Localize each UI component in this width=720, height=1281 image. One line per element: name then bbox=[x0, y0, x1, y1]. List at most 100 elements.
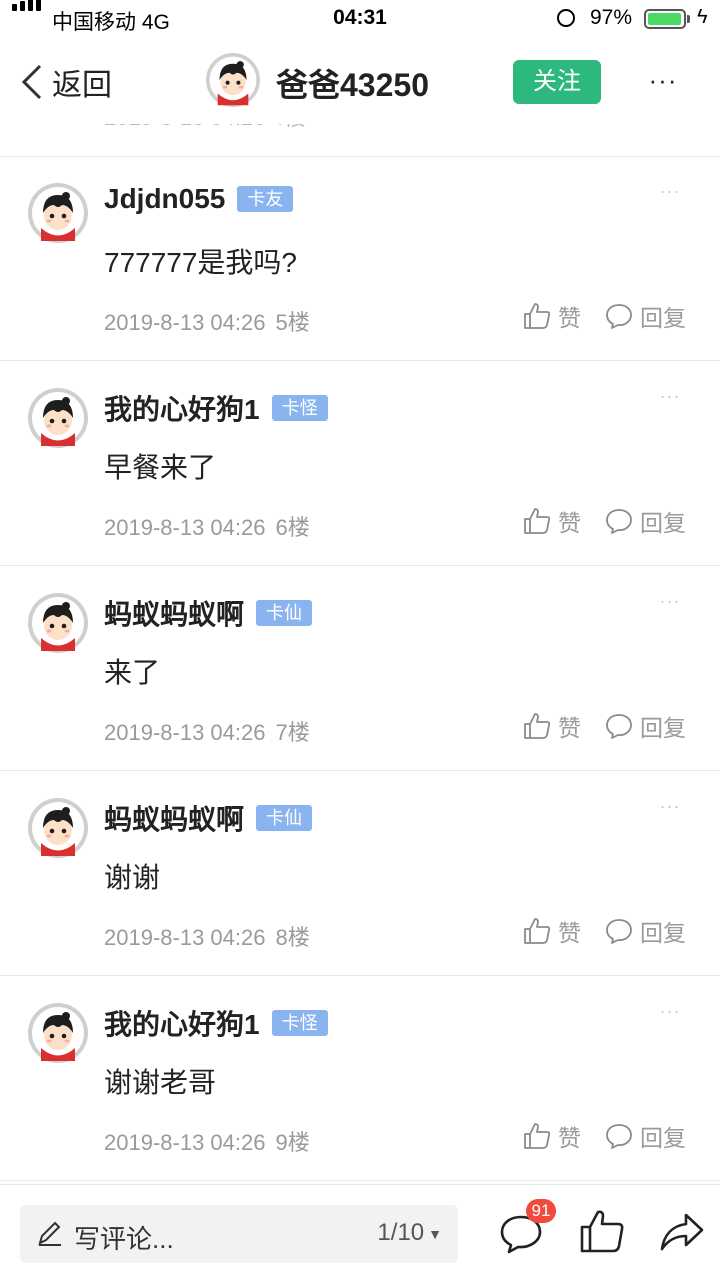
comment-header: 蚂蚁蚂蚁啊 卡仙 bbox=[104, 798, 313, 838]
comment-more-button[interactable]: ··· bbox=[652, 1001, 688, 1029]
more-options-button[interactable]: ··· bbox=[638, 62, 688, 98]
avatar-icon bbox=[28, 388, 88, 448]
user-level-badge: 卡友 bbox=[237, 186, 294, 212]
like-label: 赞 bbox=[558, 510, 581, 536]
user-level-badge: 卡仙 bbox=[256, 805, 313, 831]
reply-button[interactable]: 回复 bbox=[604, 299, 686, 333]
top-nav-bar: 返回 爸爸43250 关注 ··· bbox=[0, 40, 720, 124]
back-button[interactable]: 返回 bbox=[18, 60, 112, 104]
user-level-badge: 卡怪 bbox=[271, 395, 328, 421]
like-label: 赞 bbox=[558, 715, 581, 741]
comment-meta: 2019-8-13 04:26 9楼 bbox=[104, 1125, 310, 1157]
comment-text: 777777是我吗? bbox=[104, 247, 298, 278]
comment-more-button[interactable]: ··· bbox=[652, 591, 688, 619]
author-avatar[interactable] bbox=[206, 53, 260, 107]
reply-label: 回复 bbox=[640, 510, 686, 536]
thumbs-up-icon bbox=[524, 918, 551, 944]
comment-meta: 2019-8-13 04:26 8楼 bbox=[104, 920, 310, 952]
comment-meta: 2019-8-13 04:26 7楼 bbox=[104, 715, 310, 747]
comment-item: 蚂蚁蚂蚁啊 卡仙 ··· 来了 2019-8-13 04:26 7楼 赞 回复 bbox=[0, 567, 720, 771]
like-button[interactable]: 赞 bbox=[522, 1119, 581, 1153]
thumbs-up-icon bbox=[524, 508, 551, 534]
comment-more-button[interactable]: ··· bbox=[652, 796, 688, 824]
status-bar: 中国移动 4G 04:31 97% ϟ bbox=[0, 0, 720, 40]
reply-bubble-icon bbox=[606, 509, 632, 534]
comment-count-badge: 91 bbox=[526, 1199, 556, 1223]
reply-button[interactable]: 回复 bbox=[604, 1119, 686, 1153]
comment-floor: 9楼 bbox=[275, 1130, 310, 1155]
page-title: 爸爸43250 bbox=[276, 67, 429, 103]
comment-meta: 2019-8-13 04:26 5楼 bbox=[104, 305, 310, 337]
comment-time: 2019-8-13 04:26 bbox=[104, 1130, 266, 1155]
username[interactable]: 我的心好狗1 bbox=[104, 1003, 260, 1043]
user-level-badge: 卡仙 bbox=[256, 600, 313, 626]
rotation-lock-icon bbox=[557, 9, 575, 27]
like-button[interactable]: 赞 bbox=[522, 299, 581, 333]
battery-percent: 97% bbox=[590, 6, 633, 29]
comment-header: 我的心好狗1 卡怪 bbox=[104, 388, 328, 428]
like-button[interactable]: 赞 bbox=[522, 709, 581, 743]
username[interactable]: 我的心好狗1 bbox=[104, 388, 260, 428]
reply-label: 回复 bbox=[640, 920, 686, 946]
back-chevron-icon bbox=[21, 64, 42, 100]
reply-label: 回复 bbox=[640, 715, 686, 741]
write-comment-input[interactable]: 写评论... 1/10 ▼ bbox=[20, 1205, 458, 1263]
avatar-icon bbox=[28, 183, 88, 243]
comment-meta: 2019-8-13 04:26 6楼 bbox=[104, 510, 310, 542]
user-level-badge: 卡怪 bbox=[271, 1010, 328, 1036]
username[interactable]: 蚂蚁蚂蚁啊 bbox=[104, 798, 244, 838]
user-avatar[interactable] bbox=[28, 388, 88, 448]
share-arrow-icon[interactable] bbox=[658, 1209, 706, 1255]
like-button[interactable]: 赞 bbox=[522, 914, 581, 948]
thumbs-up-icon[interactable] bbox=[578, 1207, 626, 1257]
comment-text: 谢谢 bbox=[104, 862, 161, 893]
comment-text: 来了 bbox=[104, 657, 161, 688]
comment-text: 谢谢老哥 bbox=[104, 1067, 217, 1098]
comment-time: 2019-8-13 04:26 bbox=[104, 515, 266, 540]
user-avatar[interactable] bbox=[28, 593, 88, 653]
comment-header: Jdjdn055 卡友 bbox=[104, 183, 294, 215]
comment-text: 早餐来了 bbox=[104, 452, 217, 483]
comment-item: 蚂蚁蚂蚁啊 卡仙 ··· 谢谢 2019-8-13 04:26 8楼 赞 回复 bbox=[0, 772, 720, 976]
comment-more-button[interactable]: ··· bbox=[652, 181, 688, 209]
pencil-icon bbox=[38, 1221, 61, 1246]
follow-button[interactable]: 关注 bbox=[513, 60, 601, 104]
back-label: 返回 bbox=[52, 69, 112, 102]
reply-button[interactable]: 回复 bbox=[604, 709, 686, 743]
reply-label: 回复 bbox=[640, 1125, 686, 1151]
comment-time: 2019-8-13 04:26 bbox=[104, 720, 266, 745]
page-selector[interactable]: 1/10 ▼ bbox=[377, 1219, 442, 1247]
reply-button[interactable]: 回复 bbox=[604, 914, 686, 948]
like-label: 赞 bbox=[558, 305, 581, 331]
reply-bubble-icon bbox=[606, 1124, 632, 1149]
username[interactable]: 蚂蚁蚂蚁啊 bbox=[104, 593, 244, 633]
comment-more-button[interactable]: ··· bbox=[652, 386, 688, 414]
comment-floor: 5楼 bbox=[275, 310, 310, 335]
comment-header: 我的心好狗1 卡怪 bbox=[104, 1003, 328, 1043]
username[interactable]: Jdjdn055 bbox=[104, 183, 225, 215]
write-comment-placeholder: 写评论... bbox=[74, 1224, 174, 1254]
reply-button[interactable]: 回复 bbox=[604, 504, 686, 538]
comment-floor: 8楼 bbox=[275, 925, 310, 950]
comment-time: 2019-8-13 04:26 bbox=[104, 310, 266, 335]
battery-icon bbox=[644, 9, 686, 29]
thumbs-up-icon bbox=[524, 303, 551, 329]
avatar-icon bbox=[28, 593, 88, 653]
reply-bubble-icon bbox=[606, 714, 632, 739]
reply-label: 回复 bbox=[640, 305, 686, 331]
comment-floor: 7楼 bbox=[275, 720, 310, 745]
user-avatar[interactable] bbox=[28, 798, 88, 858]
comment-item: 我的心好狗1 卡怪 ··· 谢谢老哥 2019-8-13 04:26 9楼 赞 回… bbox=[0, 977, 720, 1181]
reply-bubble-icon bbox=[606, 304, 632, 329]
page-indicator-text: 1/10 bbox=[377, 1219, 425, 1246]
bottom-action-bar: 写评论... 1/10 ▼ 91 bbox=[0, 1184, 720, 1281]
avatar-icon bbox=[28, 1003, 88, 1063]
like-button[interactable]: 赞 bbox=[522, 504, 581, 538]
like-label: 赞 bbox=[558, 1125, 581, 1151]
user-avatar[interactable] bbox=[28, 1003, 88, 1063]
reply-bubble-icon bbox=[606, 919, 632, 944]
like-label: 赞 bbox=[558, 920, 581, 946]
user-avatar[interactable] bbox=[28, 183, 88, 243]
comment-item: Jdjdn055 卡友 ··· 777777是我吗? 2019-8-13 04:… bbox=[0, 157, 720, 361]
thumbs-up-icon bbox=[524, 713, 551, 739]
